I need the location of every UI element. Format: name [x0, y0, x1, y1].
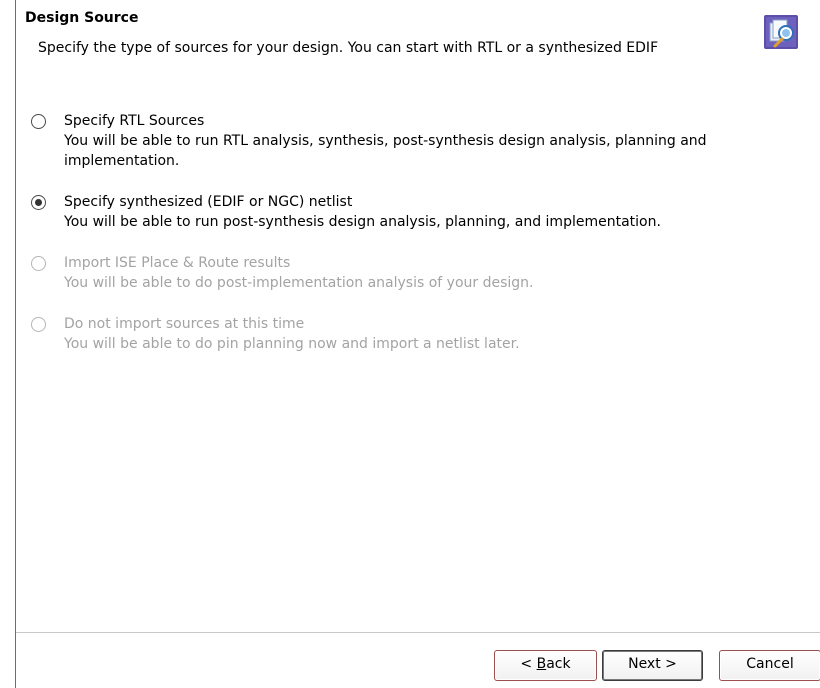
radio-synthesized-netlist[interactable]: [31, 195, 46, 210]
option-no-import-description: You will be able to do pin planning now …: [64, 336, 520, 352]
back-button-mnemonic: B: [536, 656, 547, 672]
back-button-rest: ack: [546, 656, 571, 672]
wizard-sources-icon: [764, 15, 798, 49]
back-button[interactable]: < Back: [494, 650, 597, 681]
option-rtl-sources-title: Specify RTL Sources: [64, 113, 205, 129]
option-import-ise-title: Import ISE Place & Route results: [64, 255, 291, 271]
option-synthesized-netlist-title: Specify synthesized (EDIF or NGC) netlis…: [64, 194, 353, 210]
page-description: Specify the type of sources for your des…: [38, 40, 659, 56]
wizard-dialog: Design Source Specify the type of source…: [15, 0, 820, 688]
back-button-prefix: <: [520, 656, 537, 672]
footer-divider: [16, 632, 820, 633]
radio-no-import: [31, 317, 46, 332]
wizard-header: Design Source Specify the type of source…: [16, 0, 820, 100]
page-title: Design Source: [25, 10, 139, 26]
cancel-button[interactable]: Cancel: [719, 650, 820, 681]
option-rtl-sources-description: You will be able to run RTL analysis, sy…: [64, 133, 707, 169]
option-import-ise-description: You will be able to do post-implementati…: [64, 275, 534, 291]
option-synthesized-netlist-description: You will be able to run post-synthesis d…: [64, 214, 661, 230]
option-no-import-title: Do not import sources at this time: [64, 316, 305, 332]
next-button[interactable]: Next >: [602, 650, 703, 681]
radio-rtl-sources[interactable]: [31, 114, 46, 129]
radio-import-ise: [31, 256, 46, 271]
